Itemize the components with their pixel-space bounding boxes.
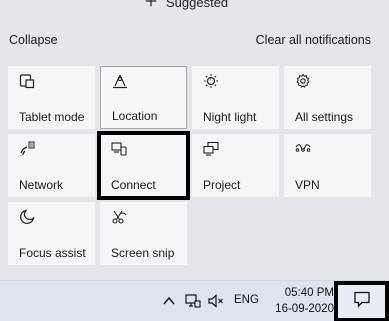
quick-action-connect[interactable]: Connect: [97, 131, 190, 200]
quick-action-all-settings[interactable]: All settings: [284, 66, 371, 129]
network-tray-icon[interactable]: [184, 292, 202, 310]
tile-label: Tablet mode: [19, 110, 85, 124]
quick-action-network[interactable]: Network: [8, 134, 95, 197]
show-hidden-icons-chevron-up-icon[interactable]: [160, 292, 178, 310]
tablet-mode-icon: [19, 73, 35, 89]
action-center-panel: Suggested Collapse Clear all notificatio…: [0, 0, 389, 280]
taskbar-clock[interactable]: 05:40 PM 16-09-2020: [266, 285, 334, 317]
quick-action-location[interactable]: Location: [100, 66, 187, 129]
input-language-indicator[interactable]: ENG: [234, 294, 259, 306]
quick-action-project[interactable]: Project: [192, 134, 279, 197]
clock-date: 16-09-2020: [275, 303, 334, 315]
quick-action-focus-assist[interactable]: Focus assist: [8, 202, 95, 265]
notification-speech-bubble-icon: [353, 290, 371, 313]
connect-icon: [111, 141, 127, 157]
action-center-button[interactable]: [334, 281, 389, 321]
location-icon: [112, 74, 128, 90]
taskbar: ENG 05:40 PM 16-09-2020: [0, 280, 389, 321]
collapse-link[interactable]: Collapse: [9, 33, 58, 47]
clock-time: 05:40 PM: [284, 287, 334, 299]
project-icon: [203, 141, 219, 157]
settings-gear-icon: [295, 73, 311, 89]
tile-label: VPN: [295, 178, 320, 192]
night-light-icon: [203, 73, 219, 89]
suggested-label: Suggested: [166, 0, 229, 10]
tile-label: Location: [112, 109, 158, 123]
suggested-icon: [144, 0, 158, 11]
focus-assist-moon-icon: [19, 209, 35, 225]
suggested-header: Suggested: [0, 0, 389, 20]
tile-label: Network: [19, 178, 64, 192]
vpn-icon: [295, 141, 311, 157]
clear-all-notifications-link[interactable]: Clear all notifications: [256, 33, 371, 47]
quick-action-night-light[interactable]: Night light: [192, 66, 279, 129]
network-icon: [19, 141, 35, 157]
tile-label: Connect: [111, 178, 156, 192]
tile-label: All settings: [295, 110, 354, 124]
quick-action-vpn[interactable]: VPN: [284, 134, 371, 197]
volume-muted-icon[interactable]: [207, 292, 225, 310]
tile-label: Focus assist: [19, 246, 86, 260]
screen-snip-icon: [111, 209, 127, 225]
tile-label: Screen snip: [111, 246, 175, 260]
quick-action-tablet-mode[interactable]: Tablet mode: [8, 66, 95, 129]
tile-label: Project: [203, 178, 241, 192]
quick-action-screen-snip[interactable]: Screen snip: [100, 202, 187, 265]
tile-label: Night light: [203, 110, 257, 124]
